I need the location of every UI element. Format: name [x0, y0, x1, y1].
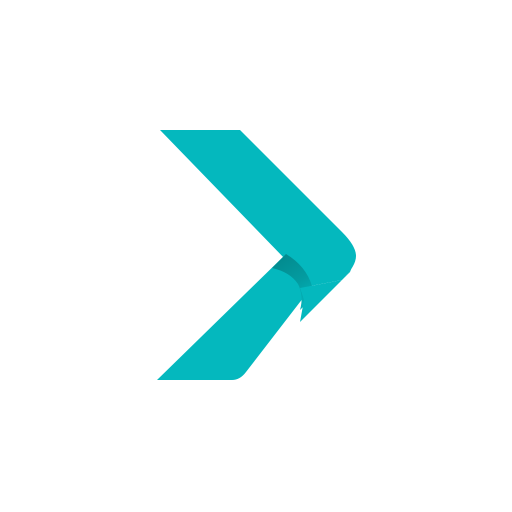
chevron-right-logo-icon	[157, 130, 356, 380]
chevron-lower-band	[157, 254, 307, 380]
app-icon-canvas	[0, 0, 512, 512]
chevron-upper-band	[160, 130, 356, 288]
